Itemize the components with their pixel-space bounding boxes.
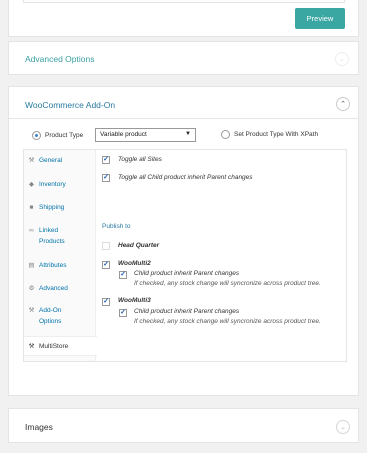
tab-label: Advanced [39, 285, 68, 292]
product-type-label: Product Type [45, 132, 84, 139]
top-panel: Preview [8, 0, 359, 37]
tab-multistore[interactable]: ⚒ MultiStore [24, 336, 97, 356]
site-label-head-quarter: Head Quarter [118, 242, 160, 249]
tab-label: Add-On Options [39, 307, 62, 325]
tab-label: General [39, 157, 63, 164]
site-label-woomulti2: WooMulti2 [118, 260, 151, 267]
woocommerce-addon-panel: WooCommerce Add-On ⌃ Product Type Variab… [8, 86, 359, 396]
product-data-tabs: ⚒ General ◆ Inventory ■ Shipping ∞ Linke… [24, 150, 97, 361]
tab-addon-options[interactable]: ⚒ Add-On Options [24, 305, 96, 327]
toggle-all-sites-label: Toggle all Sites [118, 156, 162, 163]
tab-label: Inventory [39, 181, 66, 188]
wrench-icon: ⚒ [28, 157, 35, 164]
xpath-radio[interactable] [221, 130, 230, 139]
site-checkbox-head-quarter[interactable] [102, 242, 110, 250]
chevron-down-icon[interactable]: ⌄ [335, 52, 349, 66]
site-checkbox-woomulti3[interactable]: ✓ [102, 298, 110, 306]
advanced-options-title[interactable]: Advanced Options [25, 54, 94, 64]
tab-shipping[interactable]: ■ Shipping [24, 202, 96, 213]
chevron-down-icon[interactable]: ⌄ [336, 420, 350, 434]
child-inherit-desc-woomulti3: If checked, any stock change will syncro… [134, 318, 321, 325]
wrench-icon: ⚒ [28, 343, 35, 350]
list-icon: ▤ [28, 262, 35, 269]
site-checkbox-woomulti2[interactable]: ✓ [102, 261, 110, 269]
caret-down-icon: ▼ [185, 131, 191, 137]
site-label-woomulti3: WooMulti3 [118, 297, 151, 304]
content-box-edge [23, 0, 345, 3]
product-data-box: ⚒ General ◆ Inventory ■ Shipping ∞ Linke… [23, 149, 347, 362]
toggle-all-child-checkbox[interactable]: ✓ [102, 174, 110, 182]
product-type-radio[interactable] [32, 131, 41, 140]
product-type-select-value: Variable product [100, 131, 147, 138]
tab-attributes[interactable]: ▤ Attributes [24, 260, 96, 271]
multistore-content: ✓ Toggle all Sites ✓ Toggle all Child pr… [96, 150, 346, 361]
tag-icon: ◆ [29, 181, 34, 188]
woocommerce-addon-title[interactable]: WooCommerce Add-On [25, 100, 115, 110]
child-inherit-desc-woomulti2: If checked, any stock change will syncro… [134, 280, 321, 287]
child-inherit-checkbox-woomulti3[interactable]: ✓ [119, 309, 127, 317]
tab-linked-products[interactable]: ∞ Linked Products [24, 225, 96, 247]
tab-general[interactable]: ⚒ General [24, 155, 96, 166]
tab-label: Linked Products [39, 227, 65, 245]
child-inherit-label-woomulti2: Child product inherit Parent changes [134, 270, 240, 277]
child-inherit-checkbox-woomulti2[interactable]: ✓ [119, 271, 127, 279]
chevron-up-icon[interactable]: ⌃ [336, 97, 350, 111]
toggle-all-sites-checkbox[interactable]: ✓ [102, 156, 110, 164]
product-type-row: Product Type Variable product ▼ Set Prod… [23, 125, 348, 147]
product-type-select[interactable]: Variable product ▼ [95, 128, 196, 142]
preview-button[interactable]: Preview [295, 8, 345, 29]
images-title[interactable]: Images [25, 422, 53, 432]
wrench-icon: ⚒ [28, 307, 35, 314]
publish-to-heading: Publish to [102, 223, 131, 230]
xpath-label: Set Product Type With XPath [234, 131, 319, 138]
tab-inventory[interactable]: ◆ Inventory [24, 179, 96, 190]
child-inherit-label-woomulti3: Child product inherit Parent changes [134, 308, 240, 315]
tab-advanced[interactable]: ⚙ Advanced [24, 283, 96, 294]
truck-icon: ■ [29, 204, 34, 211]
tab-label: Shipping [39, 204, 65, 211]
tab-label: Attributes [39, 262, 67, 269]
link-icon: ∞ [29, 227, 34, 234]
divider [9, 118, 358, 119]
toggle-all-child-label: Toggle all Child product inherit Parent … [118, 174, 253, 181]
tab-label: MultiStore [39, 343, 69, 350]
advanced-options-panel[interactable]: Advanced Options ⌄ [8, 41, 359, 75]
gear-icon: ⚙ [28, 285, 35, 292]
images-panel[interactable]: Images ⌄ [8, 408, 359, 443]
